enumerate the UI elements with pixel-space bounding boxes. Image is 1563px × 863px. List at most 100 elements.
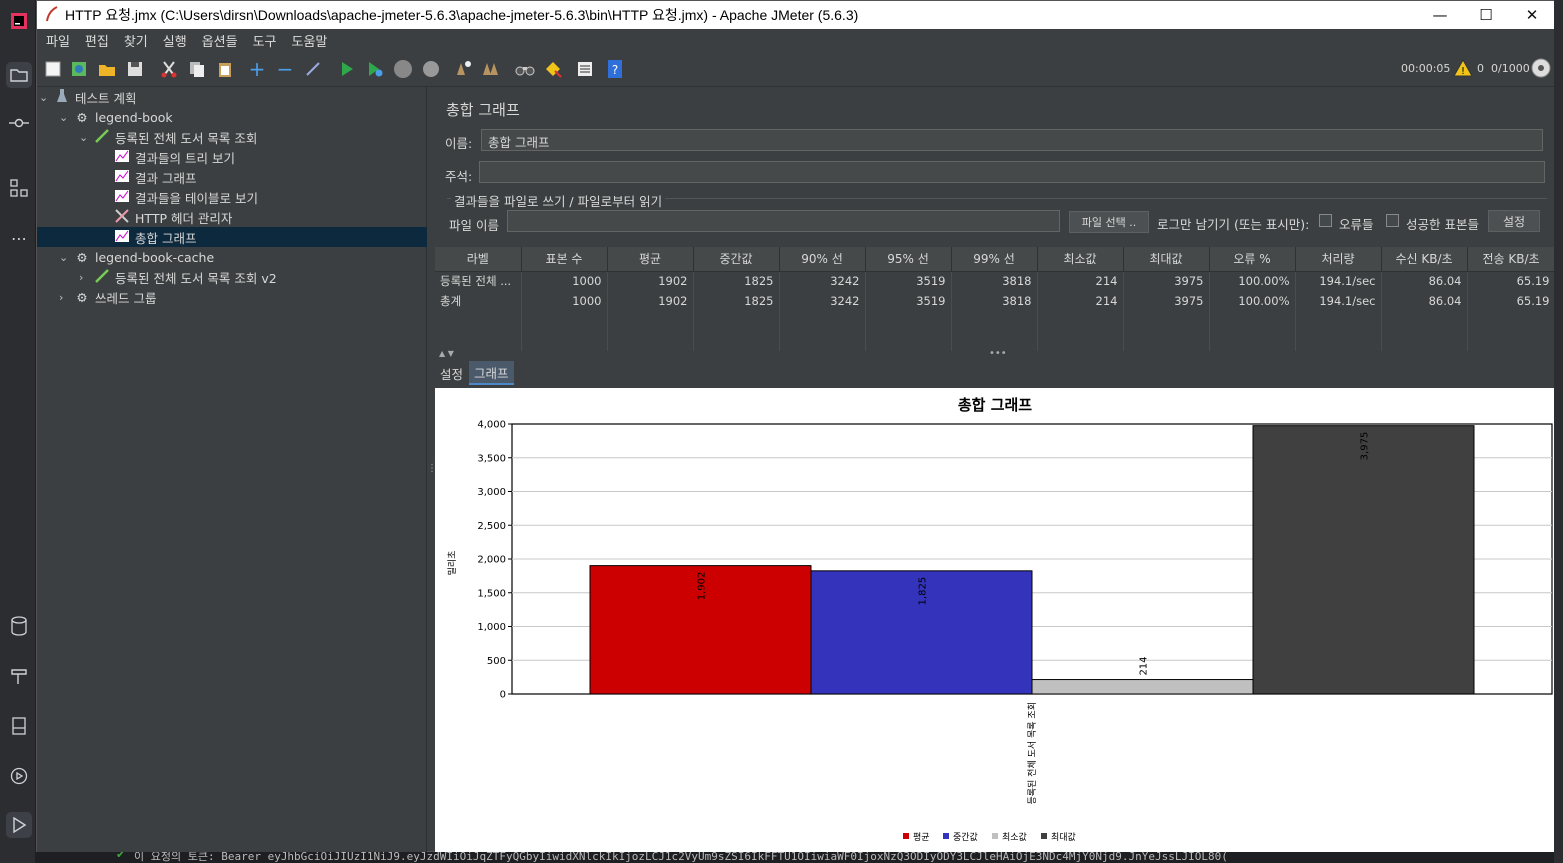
success-checkbox[interactable] <box>1386 214 1399 227</box>
binoculars-icon[interactable] <box>513 57 537 81</box>
chart-svg: 총합 그래프 밀리초 0 500 1,000 1,500 2,000 2,500 3,000… <box>446 396 1553 843</box>
tools-icon <box>113 208 131 227</box>
templates-icon[interactable] <box>67 57 91 81</box>
col-header[interactable]: 전송 KB/초 <box>1467 247 1556 272</box>
toggle-icon[interactable] <box>301 57 325 81</box>
run-icon[interactable] <box>6 812 32 838</box>
menu-options[interactable]: 옵션들 <box>196 31 244 50</box>
split-arrows-icon[interactable]: ▲ ▼ <box>439 349 454 358</box>
chevron-down-icon[interactable]: ⌄ <box>79 131 93 144</box>
tree-node-thread-group[interactable]: › ⚙ 쓰레드 그룹 <box>59 287 156 307</box>
col-header[interactable]: 오류 % <box>1209 247 1296 272</box>
shutdown-icon[interactable] <box>419 57 443 81</box>
col-header[interactable]: 95% 선 <box>865 247 952 272</box>
y-tick-label: 4,000 <box>477 420 506 431</box>
start-icon[interactable] <box>335 57 359 81</box>
splitter-handle[interactable]: ••• <box>989 348 1007 359</box>
cut-icon[interactable] <box>157 57 181 81</box>
menu-search[interactable]: 찾기 <box>118 31 154 50</box>
table-row[interactable]: 총계 1000 1902 1825 3242 3519 3818 214 397… <box>435 291 1556 311</box>
more-icon[interactable]: ⋯ <box>8 227 30 249</box>
col-header[interactable]: 평균 <box>607 247 694 272</box>
browse-button[interactable]: 파일 선택 .. <box>1069 211 1149 233</box>
console-strip: ✔ 이 요청의 토큰: Bearer eyJhbGciOiJIUzI1NiJ9.… <box>36 852 1554 863</box>
bookmark-icon[interactable] <box>8 715 30 737</box>
tree-node-http-request-v2[interactable]: › 등록된 전체 도서 목록 조회 v2 <box>79 267 277 287</box>
paste-icon[interactable] <box>213 57 237 81</box>
tree-node-view-results-tree[interactable]: 결과들의 트리 보기 <box>113 147 235 167</box>
col-header[interactable]: 중간값 <box>693 247 780 272</box>
col-header[interactable]: 라벨 <box>435 247 522 272</box>
y-tick-label: 500 <box>487 656 506 667</box>
clear-icon[interactable] <box>451 57 475 81</box>
tree-node-legend-book[interactable]: ⌄ ⚙ legend-book <box>59 107 173 127</box>
globe-icon[interactable] <box>1531 58 1551 81</box>
errors-checkbox[interactable] <box>1319 214 1332 227</box>
table-row[interactable]: 등록된 전체 ... 1000 1902 1825 3242 3519 3818… <box>435 271 1556 291</box>
chevron-down-icon[interactable]: ⌄ <box>39 91 53 104</box>
tree-node-http-request[interactable]: ⌄ 등록된 전체 도서 목록 조회 <box>79 127 257 147</box>
configure-button[interactable]: 설정 <box>1488 210 1540 232</box>
name-field[interactable]: 총합 그래프 <box>481 129 1543 151</box>
new-icon[interactable] <box>41 57 65 81</box>
tree-node-test-plan[interactable]: ⌄ 테스트 계획 <box>39 87 136 107</box>
aggregate-graph-panel: 총합 그래프 이름: 총합 그래프 주석: 결과들을 파일로 쓰기 / 파일로부… <box>435 87 1556 853</box>
chevron-down-icon[interactable]: ⌄ <box>59 111 73 124</box>
hammer-icon[interactable] <box>8 665 30 687</box>
open-icon[interactable] <box>95 57 119 81</box>
expand-icon[interactable]: + <box>245 57 269 81</box>
graph-icon <box>113 229 131 246</box>
legend-swatch <box>903 833 909 839</box>
col-header[interactable]: 최대값 <box>1123 247 1210 272</box>
clear-all-icon[interactable] <box>479 57 503 81</box>
tree-node-header-manager[interactable]: HTTP 헤더 관리자 <box>113 207 232 227</box>
tree-node-view-results-table[interactable]: 결과들을 테이블로 보기 <box>113 187 258 207</box>
collapse-icon[interactable]: − <box>273 57 297 81</box>
copy-icon[interactable] <box>185 57 209 81</box>
y-tick-label: 0 <box>500 690 506 701</box>
comment-field[interactable] <box>479 161 1545 183</box>
tree-node-graph-results[interactable]: 결과 그래프 <box>113 167 196 187</box>
filename-field[interactable] <box>507 210 1060 232</box>
services-icon[interactable] <box>8 765 30 787</box>
tab-graph[interactable]: 그래프 <box>469 361 514 385</box>
database-icon[interactable] <box>8 615 30 637</box>
menu-run[interactable]: 실행 <box>157 31 193 50</box>
help-icon[interactable]: ? <box>603 57 627 81</box>
tree-node-aggregate-graph[interactable]: 총합 그래프 <box>113 227 196 247</box>
menu-help[interactable]: 도움말 <box>286 31 334 50</box>
commit-icon[interactable] <box>8 112 30 134</box>
thread-count: 0/1000 <box>1491 62 1530 75</box>
col-header[interactable]: 최소값 <box>1037 247 1124 272</box>
chevron-down-icon[interactable]: ⌄ <box>59 251 73 264</box>
chevron-right-icon[interactable]: › <box>59 291 73 304</box>
col-header[interactable]: 90% 선 <box>779 247 866 272</box>
save-icon[interactable] <box>123 57 147 81</box>
bar-3 <box>1031 679 1254 695</box>
close-button[interactable]: ✕ <box>1509 1 1555 29</box>
ide-logo-icon[interactable] <box>8 10 30 32</box>
tree-node-label: 등록된 전체 도서 목록 조회 <box>115 130 258 146</box>
menu-tools[interactable]: 도구 <box>247 31 283 50</box>
stop-icon[interactable] <box>391 57 415 81</box>
col-header[interactable]: 표본 수 <box>521 247 608 272</box>
reset-search-icon[interactable] <box>541 57 565 81</box>
col-header[interactable]: 처리량 <box>1295 247 1382 272</box>
maximize-button[interactable]: ☐ <box>1463 1 1509 29</box>
function-helper-icon[interactable] <box>573 57 597 81</box>
col-header[interactable]: 99% 선 <box>951 247 1038 272</box>
menu-file[interactable]: 파일 <box>40 31 76 50</box>
elapsed-time: 00:00:05 <box>1401 62 1451 75</box>
tree-node-legend-book-cache[interactable]: ⌄ ⚙ legend-book-cache <box>59 247 214 267</box>
tab-settings[interactable]: 설정 <box>435 361 468 385</box>
chevron-right-icon[interactable]: › <box>79 271 93 284</box>
folder-icon[interactable] <box>6 62 32 88</box>
minimize-button[interactable]: — <box>1417 1 1463 29</box>
menu-edit[interactable]: 편집 <box>79 31 115 50</box>
table-empty-row <box>435 311 1556 351</box>
start-no-pause-icon[interactable] <box>363 57 387 81</box>
table-cell: 86.04 <box>1381 291 1468 311</box>
col-header[interactable]: 수신 KB/초 <box>1381 247 1468 272</box>
structure-icon[interactable] <box>8 177 30 199</box>
warning-icon[interactable]: ! <box>1453 58 1473 80</box>
